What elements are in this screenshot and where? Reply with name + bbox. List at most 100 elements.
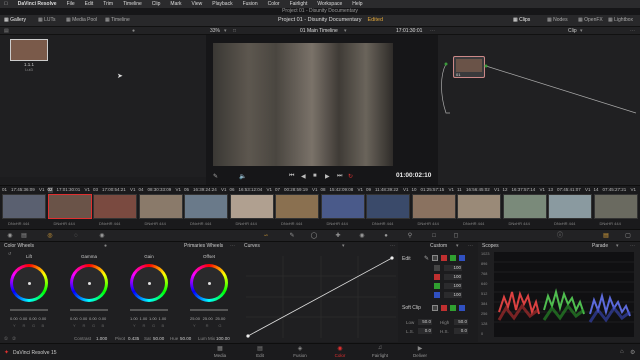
nodes-tab[interactable]: ▦ Nodes bbox=[547, 17, 568, 23]
menu-edit[interactable]: Edit bbox=[85, 1, 94, 7]
play-reverse-icon[interactable]: ◀ bbox=[301, 173, 306, 180]
blue-swatch[interactable] bbox=[459, 255, 465, 261]
luma-swatch[interactable] bbox=[432, 255, 438, 261]
pivot-value[interactable]: 0.435 bbox=[128, 336, 139, 341]
edit-green-value[interactable]: 100 bbox=[444, 283, 462, 289]
color-page-icon[interactable]: ◉ bbox=[325, 345, 355, 352]
page-1-icon[interactable]: ① bbox=[4, 336, 8, 342]
curves-mode[interactable]: Custom bbox=[430, 243, 447, 249]
clip-thumbnail[interactable] bbox=[275, 194, 319, 219]
curves-more-icon[interactable]: ⋯ bbox=[390, 243, 395, 249]
scopes-mode[interactable]: Parade bbox=[592, 243, 608, 249]
fusion-page-icon[interactable]: ◈ bbox=[285, 345, 315, 352]
menu-view[interactable]: View bbox=[192, 1, 203, 7]
play-icon[interactable]: ▶ bbox=[325, 173, 330, 180]
page-tab-deliver[interactable]: Deliver bbox=[405, 353, 435, 358]
wheel-value[interactable]: 1.00 bbox=[130, 316, 138, 321]
softclip-green-swatch[interactable] bbox=[450, 305, 456, 311]
rgb-mixer-icon[interactable]: ◌ bbox=[72, 233, 80, 240]
custom-more-icon[interactable]: ⋯ bbox=[468, 243, 473, 249]
wheel-puck[interactable] bbox=[147, 281, 151, 285]
blur-icon[interactable]: ● bbox=[382, 233, 390, 240]
wheel-puck[interactable] bbox=[27, 281, 31, 285]
qualifier-icon[interactable]: ✎ bbox=[288, 233, 296, 240]
clip-thumbnail[interactable] bbox=[184, 194, 228, 219]
lightbox-tab[interactable]: ▦ Lightbox bbox=[608, 17, 633, 23]
wheel-value[interactable]: 1.00 bbox=[159, 316, 167, 321]
clip-thumbnail[interactable] bbox=[593, 194, 638, 219]
loop-icon[interactable]: ↻ bbox=[348, 173, 353, 180]
ls-value[interactable]: 0.0 bbox=[418, 328, 432, 334]
menu-trim[interactable]: Trim bbox=[103, 1, 113, 7]
lummix-value[interactable]: 100.00 bbox=[216, 336, 230, 341]
menu-color[interactable]: Color bbox=[268, 1, 280, 7]
wheel-value[interactable]: 25.00 bbox=[203, 316, 213, 321]
wheel-value[interactable]: 25.00 bbox=[215, 316, 225, 321]
video-frame[interactable] bbox=[213, 43, 393, 166]
menu-timeline[interactable]: Timeline bbox=[123, 1, 142, 7]
info-icon[interactable]: ⓘ bbox=[556, 233, 564, 240]
clip-menu[interactable]: Clip bbox=[568, 28, 577, 34]
key-icon[interactable]: ⚲ bbox=[406, 233, 414, 240]
curves-dropdown-icon[interactable]: ▾ bbox=[342, 243, 345, 249]
clip-thumbnail[interactable] bbox=[411, 194, 456, 219]
curves-icon[interactable]: ∽ bbox=[262, 233, 270, 240]
curve-graph[interactable] bbox=[246, 256, 396, 338]
color-wheels-icon[interactable]: ◎ bbox=[46, 233, 54, 240]
luts-tab[interactable]: ▦ LUTs bbox=[38, 17, 56, 23]
master-wheel-slider[interactable] bbox=[70, 309, 108, 311]
wheel-value[interactable]: 0.00 bbox=[89, 316, 97, 321]
menu-fusion[interactable]: Fusion bbox=[243, 1, 258, 7]
wheels-options-icon[interactable]: ● bbox=[104, 243, 107, 249]
clip-thumbnail[interactable] bbox=[229, 194, 274, 219]
menu-help[interactable]: Help bbox=[352, 1, 362, 7]
master-wheel-slider[interactable] bbox=[130, 309, 168, 311]
softclip-blue-swatch[interactable] bbox=[459, 305, 465, 311]
pen-tool-icon[interactable]: ✎ bbox=[213, 173, 218, 180]
master-wheel-slider[interactable] bbox=[10, 309, 48, 311]
zoom-level[interactable]: 33% bbox=[210, 28, 220, 34]
softclip-red-swatch[interactable] bbox=[441, 305, 447, 311]
gallery-tab[interactable]: ▦ Gallery bbox=[4, 17, 26, 23]
edit-page-icon[interactable]: ▤ bbox=[245, 345, 275, 352]
deliver-page-icon[interactable]: ▶ bbox=[405, 345, 435, 352]
last-frame-icon[interactable]: ⏭ bbox=[337, 173, 342, 180]
edit-red-row[interactable] bbox=[434, 274, 440, 280]
clip-dropdown-icon[interactable]: ▾ bbox=[580, 28, 583, 34]
contrast-value[interactable]: 1.000 bbox=[96, 336, 107, 341]
edit-luma-value[interactable]: 100 bbox=[444, 265, 462, 271]
wheel-value[interactable]: 0.00 bbox=[20, 316, 28, 321]
clip-thumbnail[interactable] bbox=[320, 194, 365, 219]
clip-thumbnail[interactable] bbox=[93, 194, 137, 219]
master-wheel-slider[interactable] bbox=[190, 309, 228, 311]
openfx-tab[interactable]: ▦ OpenFX bbox=[578, 17, 603, 23]
scopes-icon[interactable]: ▤ bbox=[602, 233, 610, 240]
timeline-tab[interactable]: ▦ Timeline bbox=[105, 17, 130, 23]
curves-mode-dropdown-icon[interactable]: ▾ bbox=[456, 243, 459, 249]
wheel-value[interactable]: 1.00 bbox=[149, 316, 157, 321]
timeline-name[interactable]: 01 Main Timeline bbox=[300, 28, 338, 34]
wheel-value[interactable]: 0.00 bbox=[10, 316, 18, 321]
wheel-puck[interactable] bbox=[207, 281, 211, 285]
page-tab-media[interactable]: Media bbox=[205, 353, 235, 358]
camera-raw-icon[interactable]: ◉ bbox=[6, 233, 14, 240]
node-options-icon[interactable]: ⋯ bbox=[630, 28, 635, 34]
gallery-slider-icon[interactable]: ● bbox=[132, 28, 135, 34]
fairlight-page-icon[interactable]: ♫ bbox=[365, 345, 395, 351]
wheel-value[interactable]: 0.00 bbox=[80, 316, 88, 321]
page-tab-color[interactable]: Color bbox=[325, 353, 355, 358]
menu-workspace[interactable]: Workspace bbox=[317, 1, 342, 7]
wheel-value[interactable]: 0.00 bbox=[39, 316, 47, 321]
edit-green-row[interactable] bbox=[434, 283, 440, 289]
menu-clip[interactable]: Clip bbox=[152, 1, 161, 7]
menu-app[interactable]: DaVinci Resolve bbox=[18, 1, 57, 7]
menu-fairlight[interactable]: Fairlight bbox=[290, 1, 308, 7]
edit-blue-row[interactable] bbox=[434, 292, 440, 298]
menu-mark[interactable]: Mark bbox=[170, 1, 181, 7]
3d-icon[interactable]: ◻ bbox=[452, 233, 460, 240]
low-value[interactable]: 50.0 bbox=[418, 319, 432, 325]
clip-thumbnail[interactable] bbox=[138, 194, 183, 219]
settings-icon[interactable]: ⚙ bbox=[630, 349, 635, 356]
gallery-toggle-icon[interactable]: ▢ bbox=[624, 233, 632, 240]
audio-icon[interactable]: 🔈 bbox=[239, 173, 246, 180]
